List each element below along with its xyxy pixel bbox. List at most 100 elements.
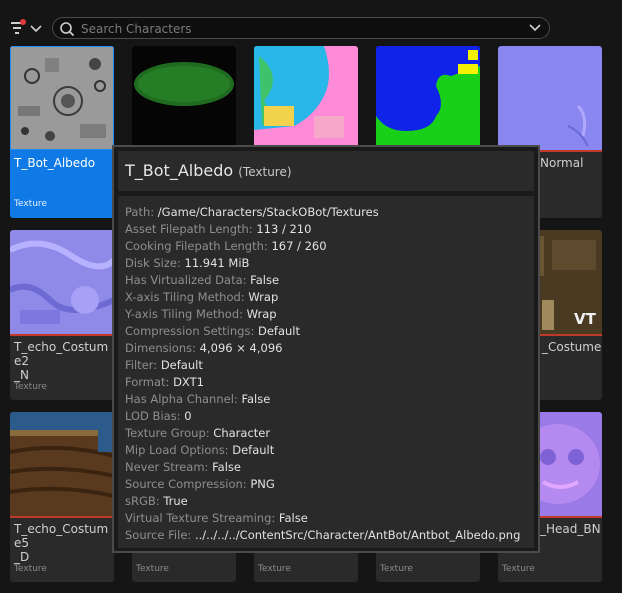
asset-type: Texture: [14, 382, 47, 392]
tooltip-row: Texture Group: Character: [125, 426, 270, 440]
tooltip-row: Path: /Game/Characters/StackOBot/Texture…: [125, 205, 379, 219]
tooltip-row: Dimensions: 4,096 × 4,096: [125, 341, 282, 355]
asset-thumbnail: [10, 230, 114, 334]
asset-thumbnail: [132, 46, 236, 150]
tooltip-row-value: 0: [184, 409, 192, 423]
tooltip-row: sRGB: True: [125, 494, 188, 508]
tooltip-row-value: PNG: [250, 477, 275, 491]
asset-name: _Costume3: [542, 340, 602, 354]
asset-type-bar: [10, 516, 114, 518]
tooltip-row: Compression Settings: Default: [125, 324, 300, 338]
virtual-texture-badge: VT: [574, 310, 596, 328]
asset-thumbnail: [10, 412, 114, 516]
tooltip-row-key: Source Compression:: [125, 477, 251, 491]
tooltip-title: T_Bot_Albedo (Texture): [125, 161, 292, 180]
tooltip-row-key: Cooking Filepath Length:: [125, 239, 272, 253]
tooltip-row-key: Mip Load Options:: [125, 443, 233, 457]
tooltip-row-value: Wrap: [246, 307, 277, 321]
filter-button[interactable]: [8, 17, 44, 39]
tooltip-row-key: Never Stream:: [125, 460, 213, 474]
tooltip-row-value: Default: [160, 358, 203, 372]
asset-name: _Head_BN: [540, 522, 601, 536]
tooltip-row: Mip Load Options: Default: [125, 443, 274, 457]
search-input[interactable]: [79, 20, 523, 38]
asset-tile-t-echo-costume2-n[interactable]: T_echo_Costume2 _N Texture: [10, 230, 114, 400]
tooltip-row: Has Alpha Channel: False: [125, 392, 270, 406]
asset-type: Texture: [380, 564, 413, 574]
tooltip-row: Source File: ../../../../ContentSrc/Char…: [125, 528, 520, 542]
tooltip-row-key: Path:: [125, 205, 158, 219]
search-box[interactable]: [52, 17, 550, 39]
asset-thumbnail: [10, 46, 114, 151]
tooltip-row-value: DXT1: [173, 375, 204, 389]
asset-tooltip: T_Bot_Albedo (Texture) Path: /Game/Chara…: [112, 145, 540, 553]
tooltip-row-key: X-axis Tiling Method:: [125, 290, 249, 304]
tooltip-row-key: Source File:: [125, 528, 195, 542]
tooltip-row-key: Format:: [125, 375, 174, 389]
search-options-chevron-icon[interactable]: [529, 24, 541, 32]
asset-type-bar: [10, 334, 114, 336]
tooltip-row-key: Disk Size:: [125, 256, 185, 270]
tooltip-row-key: LOD Bias:: [125, 409, 185, 423]
tooltip-row-value: 113 / 210: [256, 222, 312, 236]
tooltip-row: Source Compression: PNG: [125, 477, 275, 491]
tooltip-row-value: /Game/Characters/StackOBot/Textures: [157, 205, 379, 219]
tooltip-row-key: sRGB:: [125, 494, 164, 508]
tooltip-row: Format: DXT1: [125, 375, 204, 389]
tooltip-header: T_Bot_Albedo (Texture): [118, 151, 534, 191]
tooltip-row-value: Default: [232, 443, 275, 457]
tooltip-row: LOD Bias: 0: [125, 409, 192, 423]
asset-type: Texture: [136, 564, 169, 574]
tooltip-row-value: False: [241, 392, 271, 406]
asset-thumbnail: [254, 46, 358, 150]
tooltip-row-value: Default: [257, 324, 301, 338]
tooltip-row-key: Has Virtualized Data:: [125, 273, 251, 287]
tooltip-row: Virtual Texture Streaming: False: [125, 511, 308, 525]
tooltip-row: Y-axis Tiling Method: Wrap: [125, 307, 277, 321]
tooltip-row: Filter: Default: [125, 358, 203, 372]
toolbar: [0, 0, 622, 44]
tooltip-row-value: 11.941 MiB: [184, 256, 250, 270]
chevron-down-icon: [30, 25, 42, 33]
tooltip-asset-name: T_Bot_Albedo: [125, 161, 234, 180]
asset-type: Texture: [14, 564, 47, 574]
tooltip-row: Has Virtualized Data: False: [125, 273, 279, 287]
tooltip-row-value: ../../../../ContentSrc/Character/AntBot/…: [194, 528, 521, 542]
tooltip-row-value: Character: [213, 426, 271, 440]
tooltip-row: Never Stream: False: [125, 460, 241, 474]
tooltip-row-key: Compression Settings:: [125, 324, 258, 338]
tooltip-row-key: Y-axis Tiling Method:: [125, 307, 247, 321]
tooltip-row-key: Dimensions:: [125, 341, 200, 355]
asset-type-bar: [10, 150, 114, 152]
asset-thumbnail: [376, 46, 480, 150]
tooltip-row: Asset Filepath Length: 113 / 210: [125, 222, 311, 236]
search-icon: [60, 22, 75, 37]
tooltip-row-value: False: [212, 460, 241, 474]
tooltip-body: Path: /Game/Characters/StackOBot/Texture…: [118, 196, 534, 548]
asset-tile-t-echo-costume5-d[interactable]: T_echo_Costume5 _D Texture: [10, 412, 114, 582]
tooltip-row-key: Texture Group:: [125, 426, 214, 440]
tooltip-row-key: Has Alpha Channel:: [125, 392, 242, 406]
tooltip-row: Cooking Filepath Length: 167 / 260: [125, 239, 327, 253]
tooltip-row-value: 167 / 260: [271, 239, 327, 253]
tooltip-asset-kind: (Texture): [238, 165, 292, 179]
tooltip-row: X-axis Tiling Method: Wrap: [125, 290, 278, 304]
asset-type: Texture: [258, 564, 291, 574]
asset-type: Texture: [14, 199, 47, 209]
asset-name: Normal: [540, 156, 584, 170]
asset-type: Texture: [502, 564, 535, 574]
tooltip-row-key: Filter:: [125, 358, 161, 372]
tooltip-row: Disk Size: 11.941 MiB: [125, 256, 249, 270]
asset-tile-t-bot-albedo[interactable]: T_Bot_Albedo Texture: [10, 46, 114, 218]
tooltip-row-value: 4,096 × 4,096: [199, 341, 283, 355]
tooltip-row-value: True: [163, 494, 188, 508]
asset-name: T_echo_Costume2 _N: [14, 340, 109, 382]
tooltip-row-value: False: [278, 511, 308, 525]
tooltip-row-value: False: [250, 273, 280, 287]
tooltip-row-key: Virtual Texture Streaming:: [125, 511, 279, 525]
tooltip-row-value: Wrap: [248, 290, 279, 304]
asset-name: T_Bot_Albedo: [14, 156, 96, 170]
asset-thumbnail: [498, 46, 602, 150]
asset-name: T_echo_Costume5 _D: [14, 522, 109, 564]
tooltip-row-key: Asset Filepath Length:: [125, 222, 257, 236]
